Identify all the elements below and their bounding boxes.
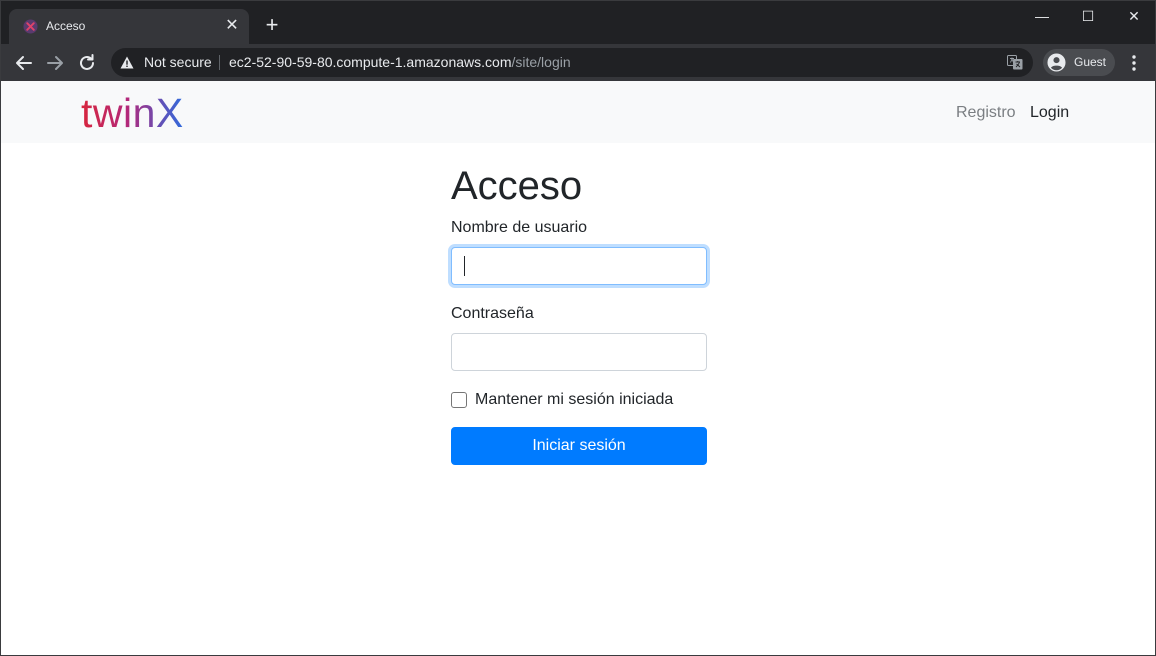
new-tab-icon[interactable]: +	[261, 14, 283, 36]
forward-arrow-icon[interactable]	[42, 50, 68, 76]
username-label: Nombre de usuario	[451, 219, 588, 236]
brand-logo[interactable]: twinX	[81, 89, 184, 137]
url-text[interactable]: ec2-52-90-59-80.compute-1.amazonaws.com/…	[229, 55, 571, 70]
warning-icon[interactable]	[120, 56, 134, 69]
remember-me-label[interactable]: Mantener mi sesión iniciada	[475, 390, 673, 410]
nav-link-registro[interactable]: Registro	[956, 103, 1016, 123]
page-title: Acceso	[451, 164, 583, 208]
browser-toolbar: Not secure ec2-52-90-59-80.compute-1.ama…	[1, 44, 1155, 81]
window-close-icon[interactable]: ✕	[1111, 1, 1155, 31]
twinx-favicon-icon	[23, 19, 38, 34]
profile-button[interactable]: Guest	[1043, 49, 1115, 76]
site-navbar: twinX Registro Login	[1, 81, 1155, 143]
more-menu-icon[interactable]	[1125, 53, 1143, 73]
reload-icon[interactable]	[74, 50, 100, 76]
nav-link-login[interactable]: Login	[1030, 103, 1069, 123]
address-separator	[219, 55, 220, 70]
password-input[interactable]	[451, 333, 707, 371]
profile-label: Guest	[1074, 55, 1107, 69]
tab-strip: Acceso ✕ + — ☐ ✕	[1, 1, 1155, 44]
back-arrow-icon[interactable]	[11, 50, 37, 76]
address-bar[interactable]: Not secure ec2-52-90-59-80.compute-1.ama…	[111, 48, 1033, 77]
page-viewport: twinX Registro Login Acceso Nombre de us…	[1, 81, 1155, 655]
translate-icon[interactable]	[1007, 54, 1023, 70]
tab-close-icon[interactable]: ✕	[223, 17, 241, 35]
security-label[interactable]: Not secure	[144, 55, 212, 70]
maximize-icon[interactable]: ☐	[1065, 1, 1111, 31]
text-caret	[464, 256, 465, 276]
minimize-icon[interactable]: —	[1019, 1, 1065, 31]
password-label: Contraseña	[451, 305, 534, 322]
url-path: /site/login	[511, 54, 571, 70]
url-host: ec2-52-90-59-80.compute-1.amazonaws.com	[229, 54, 512, 70]
account-circle-icon	[1047, 53, 1066, 72]
tab-acceso[interactable]: Acceso ✕	[9, 9, 249, 44]
login-submit-button[interactable]: Iniciar sesión	[451, 427, 707, 465]
tab-title: Acceso	[46, 19, 86, 33]
username-input[interactable]	[451, 247, 707, 285]
browser-window: Acceso ✕ + — ☐ ✕ Not secure ec2-52-90-59…	[0, 0, 1156, 656]
remember-me-checkbox[interactable]	[451, 392, 467, 408]
